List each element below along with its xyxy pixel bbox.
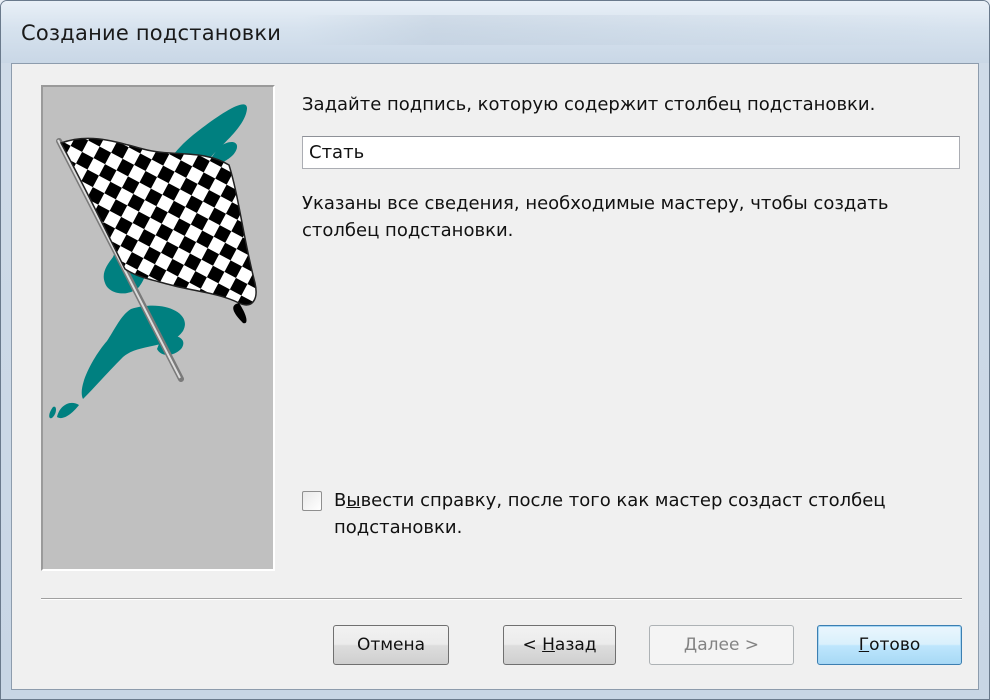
help-checkbox-label[interactable]: Вывести справку, после того как мастер с… bbox=[334, 487, 954, 541]
next-button[interactable]: Далее > bbox=[649, 625, 794, 665]
label-rest: вести справку, после того как мастер соз… bbox=[334, 490, 886, 538]
back-mnemonic: Н bbox=[542, 635, 555, 655]
window-title: Создание подстановки bbox=[21, 21, 282, 45]
caption-prompt: Задайте подпись, которую содержит столбе… bbox=[302, 94, 876, 115]
caption-input[interactable] bbox=[302, 136, 960, 169]
finish-rest: отово bbox=[869, 635, 921, 655]
label-prefix: В bbox=[334, 490, 347, 511]
button-divider bbox=[41, 598, 962, 600]
back-rest: азад bbox=[554, 635, 597, 655]
label-mnemonic: ы bbox=[346, 490, 361, 511]
title-bar[interactable]: Создание подстановки bbox=[1, 1, 989, 63]
cancel-label: Отмена bbox=[356, 635, 426, 655]
back-prefix: < bbox=[522, 635, 543, 655]
next-mnemonic: Д bbox=[683, 635, 698, 655]
next-rest: алее > bbox=[697, 635, 760, 655]
title-bar-background-blur bbox=[301, 15, 961, 45]
help-checkbox[interactable] bbox=[302, 491, 322, 511]
checkered-flag-icon bbox=[49, 104, 257, 419]
info-text: Указаны все сведения, необходимые мастер… bbox=[302, 193, 889, 241]
finish-mnemonic: Г bbox=[858, 635, 870, 655]
wizard-window: Создание подстановки Задайте подпись, ко… bbox=[0, 0, 990, 700]
wizard-client-area: Задайте подпись, которую содержит столбе… bbox=[11, 63, 979, 690]
back-button[interactable]: < Назад bbox=[503, 625, 616, 665]
cancel-button[interactable]: Отмена bbox=[333, 625, 449, 665]
finish-button[interactable]: Готово bbox=[817, 625, 962, 665]
wizard-art-panel bbox=[41, 85, 275, 571]
